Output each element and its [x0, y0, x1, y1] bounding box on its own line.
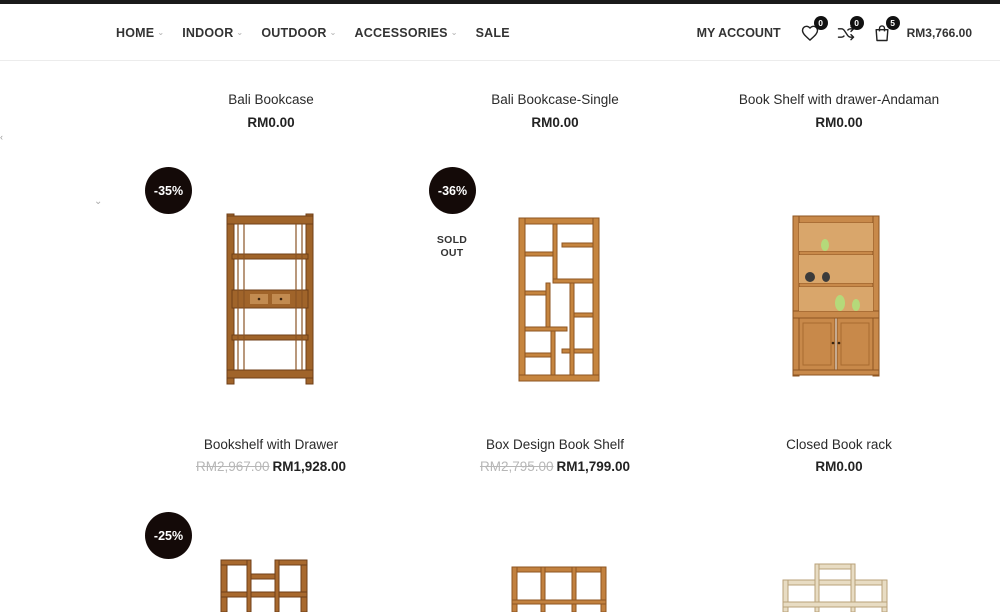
- discount-badge: -25%: [145, 512, 192, 559]
- cart-button[interactable]: 5: [871, 15, 900, 44]
- main-nav: HOME ⌄ INDOOR ⌄ OUTDOOR ⌄ ACCESSORIES ⌄ SALE: [116, 4, 528, 61]
- nav-item-label: INDOOR: [182, 25, 234, 40]
- chevron-down-icon: ⌄: [157, 28, 165, 37]
- sold-out-text: SOLD: [436, 234, 468, 246]
- product-card: Closed Book rack RM0.00: [697, 165, 981, 485]
- current-price: RM0.00: [247, 115, 295, 130]
- product-title[interactable]: Box Design Book Shelf: [413, 437, 697, 452]
- product-image-box-design-shelf[interactable]: [518, 217, 600, 382]
- product-card: -36% SOLD OUT Box Design Book Shelf RM2,7…: [413, 165, 697, 485]
- cart-total[interactable]: RM3,766.00: [907, 26, 972, 40]
- product-price: RM2,967.00 RM1,928.00: [129, 459, 413, 474]
- nav-item-label: SALE: [475, 25, 510, 40]
- nav-item-home[interactable]: HOME ⌄: [116, 26, 164, 40]
- product-image-cube-shelf[interactable]: [219, 556, 309, 612]
- discount-badge: -36%: [429, 167, 476, 214]
- old-price: RM2,967.00: [195, 459, 270, 474]
- product-image-bookshelf-drawer[interactable]: [224, 212, 316, 387]
- product-image-white-shelf[interactable]: [779, 562, 891, 612]
- product-card: -35% Bookshelf with Drawer RM2,967.00 RM1…: [129, 165, 413, 485]
- chevron-down-icon: ⌄: [450, 28, 458, 37]
- current-price: RM1,928.00: [272, 459, 347, 474]
- site-header: HOME ⌄ INDOOR ⌄ OUTDOOR ⌄ ACCESSORIES ⌄ SALE…: [0, 4, 1000, 61]
- nav-item-label: OUTDOOR: [261, 25, 327, 40]
- product-title[interactable]: Book Shelf with drawer-Andaman: [697, 92, 981, 107]
- current-price: RM0.00: [815, 115, 863, 130]
- old-price: RM2,795.00: [479, 459, 554, 474]
- product-card: [697, 510, 981, 612]
- product-title[interactable]: Bookshelf with Drawer: [129, 437, 413, 452]
- nav-item-accessories[interactable]: ACCESSORIES ⌄: [355, 26, 458, 40]
- side-arrow-icon: ‹: [0, 132, 3, 142]
- product-title[interactable]: Closed Book rack: [697, 437, 981, 452]
- product-image-closed-book-rack[interactable]: [792, 215, 880, 380]
- chevron-down-icon: ⌄: [329, 28, 337, 37]
- product-title[interactable]: Bali Bookcase: [129, 92, 413, 107]
- current-price: RM0.00: [531, 115, 579, 130]
- nav-item-sale[interactable]: SALE: [476, 26, 510, 40]
- cart-count-badge: 5: [885, 15, 900, 30]
- product-price: RM0.00: [697, 459, 981, 474]
- product-card: [413, 510, 697, 612]
- current-price: RM1,799.00: [556, 459, 631, 474]
- product-title[interactable]: Bali Bookcase-Single: [413, 92, 697, 107]
- discount-badge: -35%: [145, 167, 192, 214]
- my-account-link[interactable]: MY ACCOUNT: [697, 26, 781, 40]
- wishlist-button[interactable]: 0: [799, 15, 828, 44]
- compare-count-badge: 0: [849, 15, 864, 30]
- product-image-cube-bookcase[interactable]: [511, 566, 607, 612]
- product-card: -25%: [129, 510, 413, 612]
- nav-item-indoor[interactable]: INDOOR ⌄: [182, 26, 243, 40]
- sold-out-text: OUT: [440, 247, 464, 259]
- chevron-down-icon[interactable]: ⌄: [94, 196, 102, 207]
- compare-button[interactable]: 0: [835, 15, 864, 44]
- header-tools: MY ACCOUNT 0 0 5 RM3,766.00: [697, 4, 972, 61]
- chevron-down-icon: ⌄: [236, 28, 244, 37]
- sold-out-label: SOLD OUT: [427, 234, 477, 260]
- product-price: RM0.00: [697, 115, 981, 130]
- product-price: RM0.00: [129, 115, 413, 130]
- nav-item-label: HOME: [116, 25, 155, 40]
- product-price: RM0.00: [413, 115, 697, 130]
- wishlist-count-badge: 0: [813, 15, 828, 30]
- nav-item-label: ACCESSORIES: [354, 25, 448, 40]
- product-price: RM2,795.00 RM1,799.00: [413, 459, 697, 474]
- nav-item-outdoor[interactable]: OUTDOOR ⌄: [261, 26, 336, 40]
- current-price: RM0.00: [815, 459, 863, 474]
